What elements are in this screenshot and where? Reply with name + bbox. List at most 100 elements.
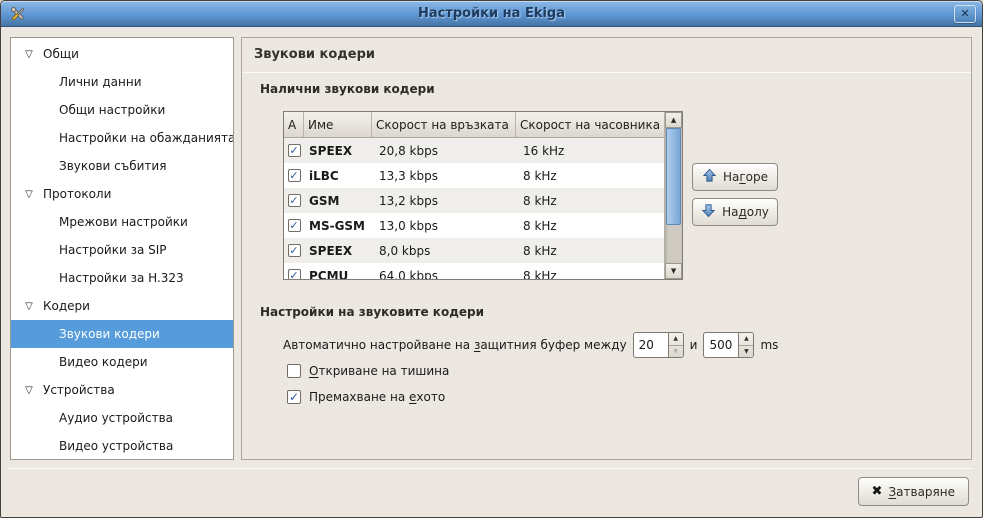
column-header-clock[interactable]: Скорост на часовника xyxy=(516,112,664,137)
spinner-down-icon[interactable]: ▼ xyxy=(739,346,753,358)
codec-name: MS-GSM xyxy=(304,219,372,233)
move-down-button[interactable]: Надолу xyxy=(692,198,778,226)
codec-enabled-checkbox[interactable]: ✓ xyxy=(288,169,301,182)
buffer-min-value[interactable]: 20 xyxy=(634,333,668,357)
tree-label: Настройки за H.323 xyxy=(59,271,184,285)
tree-label: Кодери xyxy=(43,299,90,313)
sidebar-item-audio-codecs[interactable]: Звукови кодери xyxy=(11,320,233,348)
move-up-button[interactable]: Нагоре xyxy=(692,163,778,191)
tree-label: Звукови събития xyxy=(59,159,166,173)
buffer-unit: ms xyxy=(760,338,778,352)
codecs-table: A Име Скорост на връзката Скорост на час… xyxy=(283,111,683,280)
echo-cancellation-label: Премахване на ехото xyxy=(309,390,445,404)
spinner-down-icon[interactable]: ▼ xyxy=(669,346,683,358)
table-row[interactable]: ✓ SPEEX 20,8 kbps 16 kHz xyxy=(284,138,664,163)
vertical-scrollbar[interactable]: ▲ ▼ xyxy=(664,112,682,279)
tree-label: Протоколи xyxy=(43,187,111,201)
buffer-conjunction: и xyxy=(690,338,698,352)
codec-enabled-checkbox[interactable]: ✓ xyxy=(288,244,301,257)
spinner-up-icon[interactable]: ▲ xyxy=(669,333,683,346)
codec-enabled-checkbox[interactable]: ✓ xyxy=(288,194,301,207)
scroll-up-icon[interactable]: ▲ xyxy=(665,112,682,128)
sidebar-item-call-settings[interactable]: Настройки на обажданията xyxy=(11,124,233,152)
audio-codecs-panel: Звукови кодери Налични звукови кодери A … xyxy=(241,37,972,460)
expander-icon[interactable]: ▽ xyxy=(22,385,36,396)
header-separator xyxy=(242,72,971,73)
codec-enabled-checkbox[interactable]: ✓ xyxy=(288,144,301,157)
codec-clock: 8 kHz xyxy=(516,169,664,183)
silence-detection-checkbox[interactable] xyxy=(287,364,301,378)
table-row[interactable]: ✓ PCMU 64,0 kbps 8 kHz xyxy=(284,263,664,279)
codec-clock: 8 kHz xyxy=(516,244,664,258)
tree-label: Видео устройства xyxy=(59,439,173,453)
codec-name: SPEEX xyxy=(304,144,372,158)
table-row[interactable]: ✓ iLBC 13,3 kbps 8 kHz xyxy=(284,163,664,188)
column-header-bitrate[interactable]: Скорост на връзката xyxy=(372,112,516,137)
codec-bitrate: 13,0 kbps xyxy=(372,219,516,233)
codec-name: GSM xyxy=(304,194,372,208)
sidebar-item-sound-events[interactable]: Звукови събития xyxy=(11,152,233,180)
close-button[interactable]: ✖ Затваряне xyxy=(858,477,969,506)
expander-icon[interactable]: ▽ xyxy=(22,189,36,200)
tree-label: Мрежови настройки xyxy=(59,215,188,229)
move-down-label: Надолу xyxy=(722,205,769,219)
codec-name: SPEEX xyxy=(304,244,372,258)
codec-bitrate: 8,0 kbps xyxy=(372,244,516,258)
expander-icon[interactable]: ▽ xyxy=(22,301,36,312)
buffer-max-value[interactable]: 500 xyxy=(704,333,738,357)
available-codecs-section-title: Налични звукови кодери xyxy=(260,82,435,96)
buffer-max-spinner[interactable]: 500 ▲ ▼ xyxy=(703,332,754,358)
codec-clock: 8 kHz xyxy=(516,219,664,233)
down-arrow-icon xyxy=(701,203,716,221)
codec-bitrate: 64,0 kbps xyxy=(372,269,516,280)
table-row[interactable]: ✓ MS-GSM 13,0 kbps 8 kHz xyxy=(284,213,664,238)
sidebar-item-video-devices[interactable]: Видео устройства xyxy=(11,432,233,460)
silence-detection-option[interactable]: Откриване на тишина xyxy=(287,364,449,378)
codec-enabled-checkbox[interactable]: ✓ xyxy=(288,219,301,232)
tree-label: Настройки на обажданията xyxy=(59,131,234,145)
window-close-button[interactable]: ✕ xyxy=(954,5,976,23)
buffer-min-spinner[interactable]: 20 ▲ ▼ xyxy=(633,332,684,358)
expander-icon[interactable]: ▽ xyxy=(22,49,36,60)
tree-label: Видео кодери xyxy=(59,355,148,369)
spinner-up-icon[interactable]: ▲ xyxy=(739,333,753,346)
column-header-name[interactable]: Име xyxy=(304,112,372,137)
close-x-icon: ✖ xyxy=(872,484,883,499)
table-row[interactable]: ✓ GSM 13,2 kbps 8 kHz xyxy=(284,188,664,213)
scroll-down-icon[interactable]: ▼ xyxy=(665,263,682,279)
tree-label: Общи xyxy=(43,47,79,61)
sidebar-item-devices[interactable]: ▽ Устройства xyxy=(11,376,233,404)
sidebar-item-personal-data[interactable]: Лични данни xyxy=(11,68,233,96)
table-header-row: A Име Скорост на връзката Скорост на час… xyxy=(284,112,664,138)
tree-label: Аудио устройства xyxy=(59,411,173,425)
codec-clock: 8 kHz xyxy=(516,194,664,208)
sidebar-item-general-settings[interactable]: Общи настройки xyxy=(11,96,233,124)
codec-clock: 16 kHz xyxy=(516,144,664,158)
sidebar-item-video-codecs[interactable]: Видео кодери xyxy=(11,348,233,376)
table-row[interactable]: ✓ SPEEX 8,0 kbps 8 kHz xyxy=(284,238,664,263)
sidebar-item-audio-devices[interactable]: Аудио устройства xyxy=(11,404,233,432)
preferences-tree: ▽ Общи Лични данни Общи настройки Настро… xyxy=(10,37,234,460)
jitter-buffer-row: Автоматично настройване на защитния буфе… xyxy=(283,332,778,358)
sidebar-item-codecs[interactable]: ▽ Кодери xyxy=(11,292,233,320)
codec-settings-section-title: Настройки на звуковите кодери xyxy=(260,305,484,319)
sidebar-item-protocols[interactable]: ▽ Протоколи xyxy=(11,180,233,208)
codec-enabled-checkbox[interactable]: ✓ xyxy=(288,269,301,279)
silence-detection-label: Откриване на тишина xyxy=(309,364,449,378)
jitter-buffer-label: Автоматично настройване на защитния буфе… xyxy=(283,338,627,352)
move-up-label: Нагоре xyxy=(723,170,768,184)
scrollbar-thumb[interactable] xyxy=(666,128,681,225)
titlebar[interactable]: Настройки на Ekiga ✕ xyxy=(1,1,982,27)
sidebar-item-general[interactable]: ▽ Общи xyxy=(11,40,233,68)
sidebar-item-sip-settings[interactable]: Настройки за SIP xyxy=(11,236,233,264)
close-button-label: Затваряне xyxy=(888,485,955,499)
column-header-active[interactable]: A xyxy=(284,112,304,137)
scrollbar-track[interactable] xyxy=(665,128,682,263)
echo-cancellation-checkbox[interactable]: ✓ xyxy=(287,390,301,404)
echo-cancellation-option[interactable]: ✓ Премахване на ехото xyxy=(287,390,445,404)
sidebar-item-h323-settings[interactable]: Настройки за H.323 xyxy=(11,264,233,292)
tree-label: Звукови кодери xyxy=(59,327,160,341)
sidebar-item-network-settings[interactable]: Мрежови настройки xyxy=(11,208,233,236)
tree-label: Общи настройки xyxy=(59,103,165,117)
tree-label: Настройки за SIP xyxy=(59,243,167,257)
